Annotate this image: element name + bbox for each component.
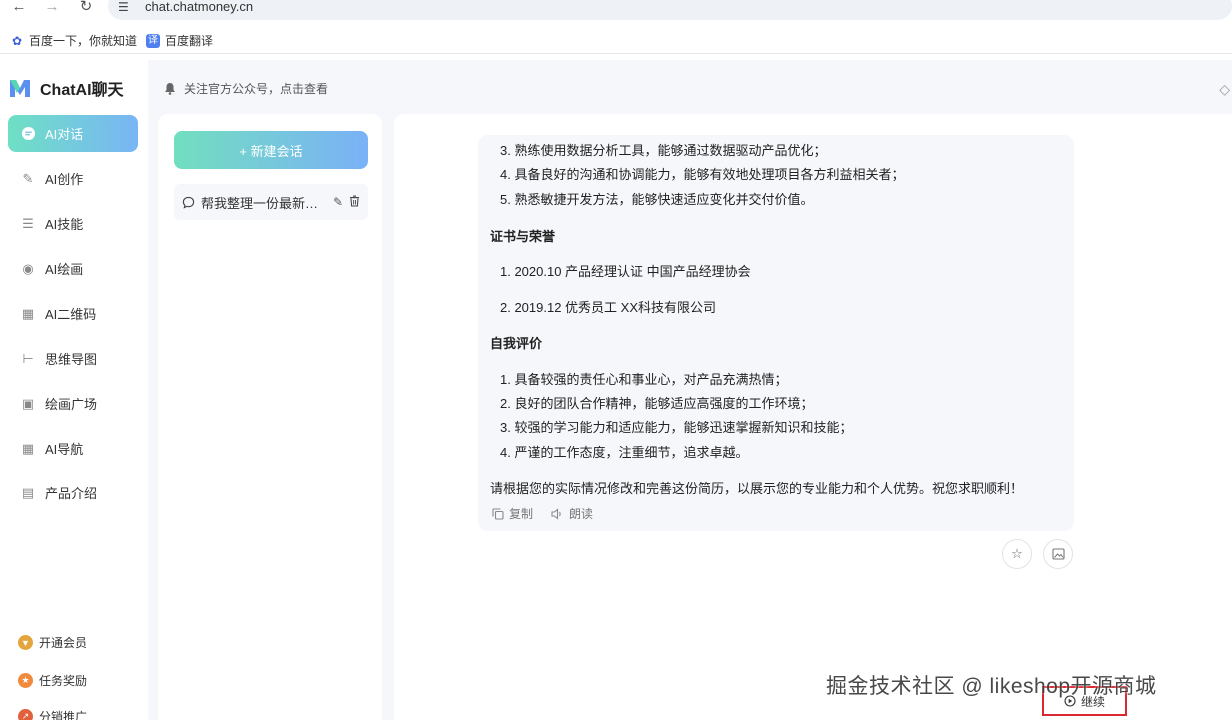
menu-item-ai-qrcode[interactable]: ▦ AI二维码 [8, 295, 138, 332]
message-list-line: 2. 2019.12 优秀员工 XX科技有限公司 [500, 300, 717, 315]
grid-icon: ▦ [21, 440, 35, 456]
translate-icon: 译 [146, 34, 160, 48]
conversation-item[interactable]: 帮我整理一份最新的产品经理简历 ✎ [174, 184, 368, 220]
pen-icon: ✎ [22, 170, 34, 186]
message-list-line: 4. 具备良好的沟通和协调能力，能够有效地处理项目各方利益相关者； [500, 167, 905, 182]
task-icon: ★ [18, 673, 33, 688]
menu-item-ai-nav[interactable]: ▦ AI导航 [8, 430, 138, 467]
menu-item-label: AI二维码 [45, 307, 97, 322]
footer-tasks[interactable]: ★ 任务奖励 [18, 672, 87, 689]
image-icon [1051, 548, 1065, 560]
speaker-icon [551, 507, 561, 520]
app-sidebar: ChatAI聊天 AI对话 ✎ AI创作 ☰ AI技能 ◉ AI绘画 ▦ AI二… [0, 60, 148, 720]
delete-icon[interactable] [349, 195, 360, 210]
message-list-line: 3. 较强的学习能力和适应能力，能够迅速掌握新知识和技能； [500, 420, 853, 435]
footer-label: 分销推广 [39, 710, 88, 720]
list-icon: ☰ [22, 215, 34, 231]
image-export-button[interactable] [1043, 539, 1073, 569]
back-arrow-icon[interactable]: ← [10, 0, 28, 16]
top-bar: 关注官方公众号，点击查看 ◇ [148, 60, 1232, 114]
official-account-notice[interactable]: 关注官方公众号，点击查看 [164, 80, 328, 97]
menu-item-ai-painting[interactable]: ◉ AI绘画 [8, 250, 138, 287]
menu-item-label: AI技能 [45, 217, 84, 232]
share-icon: ↗ [18, 709, 33, 720]
menu-item-gallery[interactable]: ▣ 绘画广场 [8, 385, 138, 422]
star-icon: ☆ [1011, 546, 1023, 561]
edit-icon[interactable]: ✎ [333, 195, 343, 209]
message-list-line: 1. 2020.10 产品经理认证 中国产品经理协会 [500, 264, 751, 279]
palette-icon: ◉ [22, 260, 34, 276]
app-name: ChatAI聊天 [40, 82, 124, 99]
menu-item-ai-skills[interactable]: ☰ AI技能 [8, 205, 138, 242]
message-actions: 复制 朗读 [492, 505, 593, 522]
menu-item-label: AI创作 [45, 172, 84, 187]
bookmark-label: 百度翻译 [165, 34, 214, 48]
notice-text: 关注官方公众号，点击查看 [184, 82, 329, 96]
message-list-line: 4. 严谨的工作态度，注重细节，追求卓越。 [500, 445, 749, 460]
reload-icon[interactable]: ↻ [77, 0, 95, 16]
menu-item-label: AI导航 [45, 442, 84, 457]
read-aloud-label: 朗读 [569, 507, 594, 521]
read-aloud-button[interactable]: 朗读 [551, 505, 593, 522]
menu-item-label: 产品介绍 [45, 486, 98, 501]
chat-outline-icon [182, 196, 195, 209]
qrcode-icon: ▦ [21, 305, 35, 321]
menu-item-label: 思维导图 [45, 352, 98, 367]
menu-item-label: 绘画广场 [45, 397, 98, 412]
forward-arrow-icon[interactable]: → [43, 0, 61, 16]
favorite-button[interactable]: ☆ [1002, 539, 1032, 569]
menu-item-product-intro[interactable]: ▤ 产品介绍 [8, 474, 138, 511]
message-list-line: 2. 良好的团队合作精神，能够适应高强度的工作环境； [500, 396, 814, 411]
mindmap-icon: ⊢ [22, 350, 34, 366]
watermark-text: 掘金技术社区 @ likeshop开源商城 [826, 675, 1157, 698]
footer-vip[interactable]: ▼ 开通会员 [18, 634, 87, 651]
conversation-title: 帮我整理一份最新的产品经理简历 [201, 195, 327, 211]
message-list-line: 3. 熟练使用数据分析工具，能够通过数据驱动产品优化； [500, 143, 827, 158]
copy-button[interactable]: 复制 [492, 505, 533, 522]
menu-item-label: AI绘画 [45, 262, 84, 277]
menu-item-label: AI对话 [45, 127, 84, 142]
bell-icon [165, 83, 175, 95]
bookmark-baidu-translate[interactable]: 译 百度翻译 [146, 33, 213, 49]
diamond-icon[interactable]: ◇ [1219, 81, 1230, 98]
message-list-line: 5. 熟悉敏捷开发方法，能够快速适应变化并交付价值。 [500, 192, 814, 207]
menu-item-ai-chat[interactable]: AI对话 [8, 115, 138, 152]
browser-toolbar: ← → ↻ ☰ chat.chatmoney.cn [0, 0, 1232, 20]
image-icon: ▣ [21, 395, 35, 411]
address-bar[interactable] [108, 0, 1232, 20]
bookmarks-bar: ✿ 百度一下，你就知道 译 百度翻译 [0, 28, 1232, 54]
document-icon: ▤ [21, 484, 35, 500]
paw-icon: ✿ [10, 34, 24, 48]
copy-icon [492, 507, 504, 520]
message-closing-text: 请根据您的实际情况修改和完善这份简历，以展示您的专业能力和个人优势。祝您求职顺利… [490, 481, 1024, 496]
vip-icon: ▼ [18, 635, 33, 650]
chat-bubble-icon [20, 126, 36, 142]
menu-item-ai-writing[interactable]: ✎ AI创作 [8, 160, 138, 197]
bookmark-baidu[interactable]: ✿ 百度一下，你就知道 [10, 33, 137, 49]
site-info-icon[interactable]: ☰ [118, 0, 129, 14]
section-heading-self-evaluation: 自我评价 [490, 336, 543, 351]
bookmark-label: 百度一下，你就知道 [29, 34, 138, 48]
url-text[interactable]: chat.chatmoney.cn [145, 0, 253, 14]
app-logo[interactable]: ChatAI聊天 [8, 76, 124, 100]
message-list-line: 1. 具备较强的责任心和事业心，对产品充满热情； [500, 372, 788, 387]
menu-item-mindmap[interactable]: ⊢ 思维导图 [8, 340, 138, 377]
new-conversation-button[interactable]: + 新建会话 [174, 131, 368, 169]
footer-label: 开通会员 [39, 636, 88, 650]
section-heading-certificates: 证书与荣誉 [490, 229, 556, 244]
copy-label: 复制 [509, 507, 534, 521]
logo-icon [10, 80, 30, 97]
footer-distribution[interactable]: ↗ 分销推广 [18, 708, 87, 720]
footer-label: 任务奖励 [39, 674, 88, 688]
